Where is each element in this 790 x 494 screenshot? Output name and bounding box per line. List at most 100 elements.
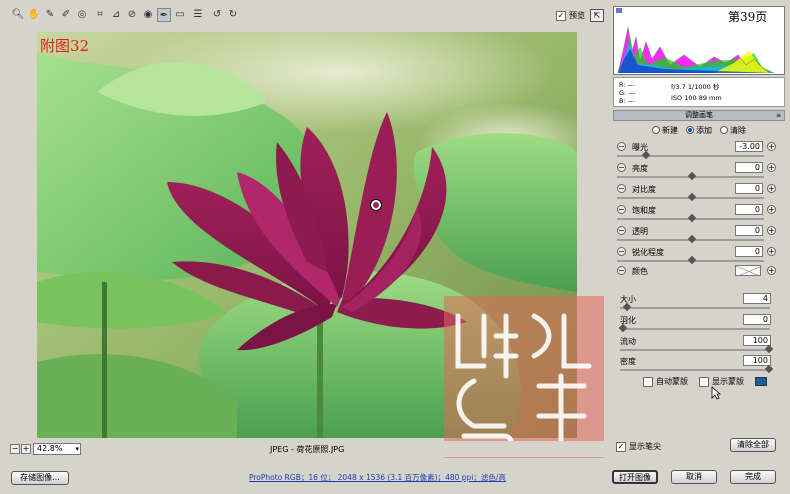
plus-icon[interactable]: + (767, 226, 776, 235)
clear-all-button[interactable]: 清除全部 (730, 438, 776, 452)
preview-checkbox[interactable]: ✓ 预览 (556, 10, 585, 21)
plus-icon[interactable]: + (767, 266, 776, 275)
adjustment-value-field[interactable]: 0 (735, 162, 763, 173)
graduated-filter-tool-icon[interactable]: ▭ (173, 8, 187, 22)
color-label: 颜色 (632, 267, 648, 276)
minus-icon[interactable]: − (617, 163, 626, 172)
brush-setting-value-field[interactable]: 100 (743, 335, 771, 346)
chevron-down-icon: ▾ (75, 445, 79, 453)
spot-removal-tool-icon[interactable]: ⊘ (125, 8, 139, 22)
brush-setting-value-field[interactable]: 100 (743, 355, 771, 366)
white-balance-tool-icon[interactable]: ✎ (43, 8, 57, 22)
mouse-pointer-icon (711, 386, 721, 400)
brush-mode-group: 新建 添加 清除 (652, 125, 746, 136)
save-image-button[interactable]: 存储图像... (11, 471, 69, 485)
adjustment-label: 亮度 (632, 164, 648, 173)
minus-icon[interactable]: − (617, 226, 626, 235)
zoom-out-button[interactable]: − (10, 444, 20, 454)
watermark-logo (455, 313, 592, 454)
done-button[interactable]: 完成 (730, 470, 776, 484)
minus-icon[interactable]: − (617, 247, 626, 256)
color-sampler-tool-icon[interactable]: ✐ (59, 8, 73, 22)
minus-icon[interactable]: − (617, 205, 626, 214)
show-mask-checkbox[interactable] (699, 376, 709, 387)
crop-tool-icon[interactable]: ⌗ (93, 8, 107, 22)
brush-setting-row: 流动 100 (620, 335, 776, 354)
slider-thumb[interactable] (687, 255, 696, 265)
preferences-tool-icon[interactable]: ☰ (191, 8, 205, 22)
plus-icon[interactable]: + (767, 205, 776, 214)
slider-thumb[interactable] (687, 171, 696, 181)
brush-setting-value-field[interactable]: 0 (743, 314, 771, 325)
minus-icon[interactable]: − (617, 142, 626, 151)
slider-thumb[interactable] (687, 213, 696, 223)
exif-info: f/3.7 1/1000 秒 ISO 100 89 mm (671, 82, 722, 104)
slider-thumb[interactable] (764, 344, 774, 354)
cancel-button[interactable]: 取消 (671, 470, 717, 484)
adjustment-value-field[interactable]: 0 (735, 225, 763, 236)
auto-mask-label: 自动蒙版 (656, 377, 688, 386)
brush-setting-row: 密度 100 (620, 355, 776, 374)
adjustment-value-field[interactable]: 0 (735, 183, 763, 194)
fullscreen-toggle-button[interactable]: ⇱ (590, 9, 604, 22)
mode-add-label: 添加 (696, 126, 712, 135)
no-color-icon (736, 266, 760, 275)
show-pins-checkbox[interactable]: ✓ (616, 441, 626, 452)
toolbar: 🔍︎ ✋ ✎ ✐ ◎ ⌗ ⊿ ⊘ ◉ ✒ ▭ ☰ ↺ ↻ ✓ 预览 ⇱ (0, 0, 610, 30)
rotate-cw-icon[interactable]: ↻ (226, 8, 240, 22)
zoom-tool-icon[interactable]: 🔍︎ (11, 8, 25, 22)
figure-label: 附图32 (40, 37, 90, 55)
open-image-button[interactable]: 打开图像 (612, 470, 658, 484)
slider-track[interactable] (617, 155, 764, 157)
adjustment-brush-tool-icon[interactable]: ✒ (157, 8, 171, 22)
slider-track[interactable] (620, 328, 770, 330)
slider-track[interactable] (620, 307, 770, 309)
straighten-tool-icon[interactable]: ⊿ (109, 8, 123, 22)
panel-title-bar: 调整画笔 ≡ (613, 110, 785, 121)
workflow-options-link[interactable]: ProPhoto RGB；16 位； 2048 x 1536 (3.1 百万像素… (249, 472, 506, 483)
plus-icon[interactable]: + (767, 163, 776, 172)
minus-icon[interactable]: − (617, 184, 626, 193)
slider-track[interactable] (620, 349, 770, 351)
slider-thumb[interactable] (764, 364, 774, 374)
brush-setting-value-field[interactable]: 4 (743, 293, 771, 304)
slider-thumb[interactable] (641, 150, 650, 160)
rgb-readout: R: --- G: --- B: --- (619, 81, 635, 105)
slider-thumb[interactable] (687, 192, 696, 202)
adjustment-row: − 锐化程度 0 + (617, 246, 777, 265)
zoom-in-button[interactable]: + (21, 444, 31, 454)
hand-tool-icon[interactable]: ✋ (27, 8, 41, 22)
preview-check-icon[interactable]: ✓ (556, 10, 566, 21)
plus-icon[interactable]: + (767, 247, 776, 256)
show-pins-option: ✓ 显示笔尖 (616, 441, 661, 452)
adjustment-value-field[interactable]: 0 (735, 246, 763, 257)
target-adjustment-tool-icon[interactable]: ◎ (75, 8, 89, 22)
mode-clear-radio[interactable]: 清除 (720, 125, 746, 136)
watermark-seal (444, 296, 604, 458)
mode-new-radio[interactable]: 新建 (652, 125, 678, 136)
color-swatch[interactable] (735, 265, 761, 276)
file-name: JPEG - 荷花原照.JPG (270, 445, 345, 454)
adjustment-value-field[interactable]: 0 (735, 204, 763, 215)
mask-color-swatch[interactable] (755, 377, 767, 386)
mode-add-radio[interactable]: 添加 (686, 125, 712, 136)
plus-icon[interactable]: + (767, 184, 776, 193)
mode-clear-label: 清除 (730, 126, 746, 135)
minus-icon[interactable]: − (617, 266, 626, 275)
zoom-level-select[interactable]: 42.8% ▾ (33, 443, 81, 455)
panel-menu-icon[interactable]: ≡ (776, 111, 781, 120)
rotate-ccw-icon[interactable]: ↺ (210, 8, 224, 22)
radio-icon (720, 126, 728, 134)
radio-icon (652, 126, 660, 134)
brush-setting-label: 流动 (620, 337, 636, 346)
adjustment-label: 锐化程度 (632, 248, 664, 257)
red-eye-tool-icon[interactable]: ◉ (141, 8, 155, 22)
auto-mask-checkbox[interactable] (643, 376, 653, 387)
slider-thumb[interactable] (687, 234, 696, 244)
adjustment-label: 透明 (632, 227, 648, 236)
plus-icon[interactable]: + (767, 142, 776, 151)
brush-pin-marker[interactable] (371, 200, 381, 210)
shadow-clipping-warning-icon[interactable] (616, 8, 622, 13)
adjustment-value-field[interactable]: -3.00 (735, 141, 763, 152)
slider-track[interactable] (620, 369, 770, 371)
